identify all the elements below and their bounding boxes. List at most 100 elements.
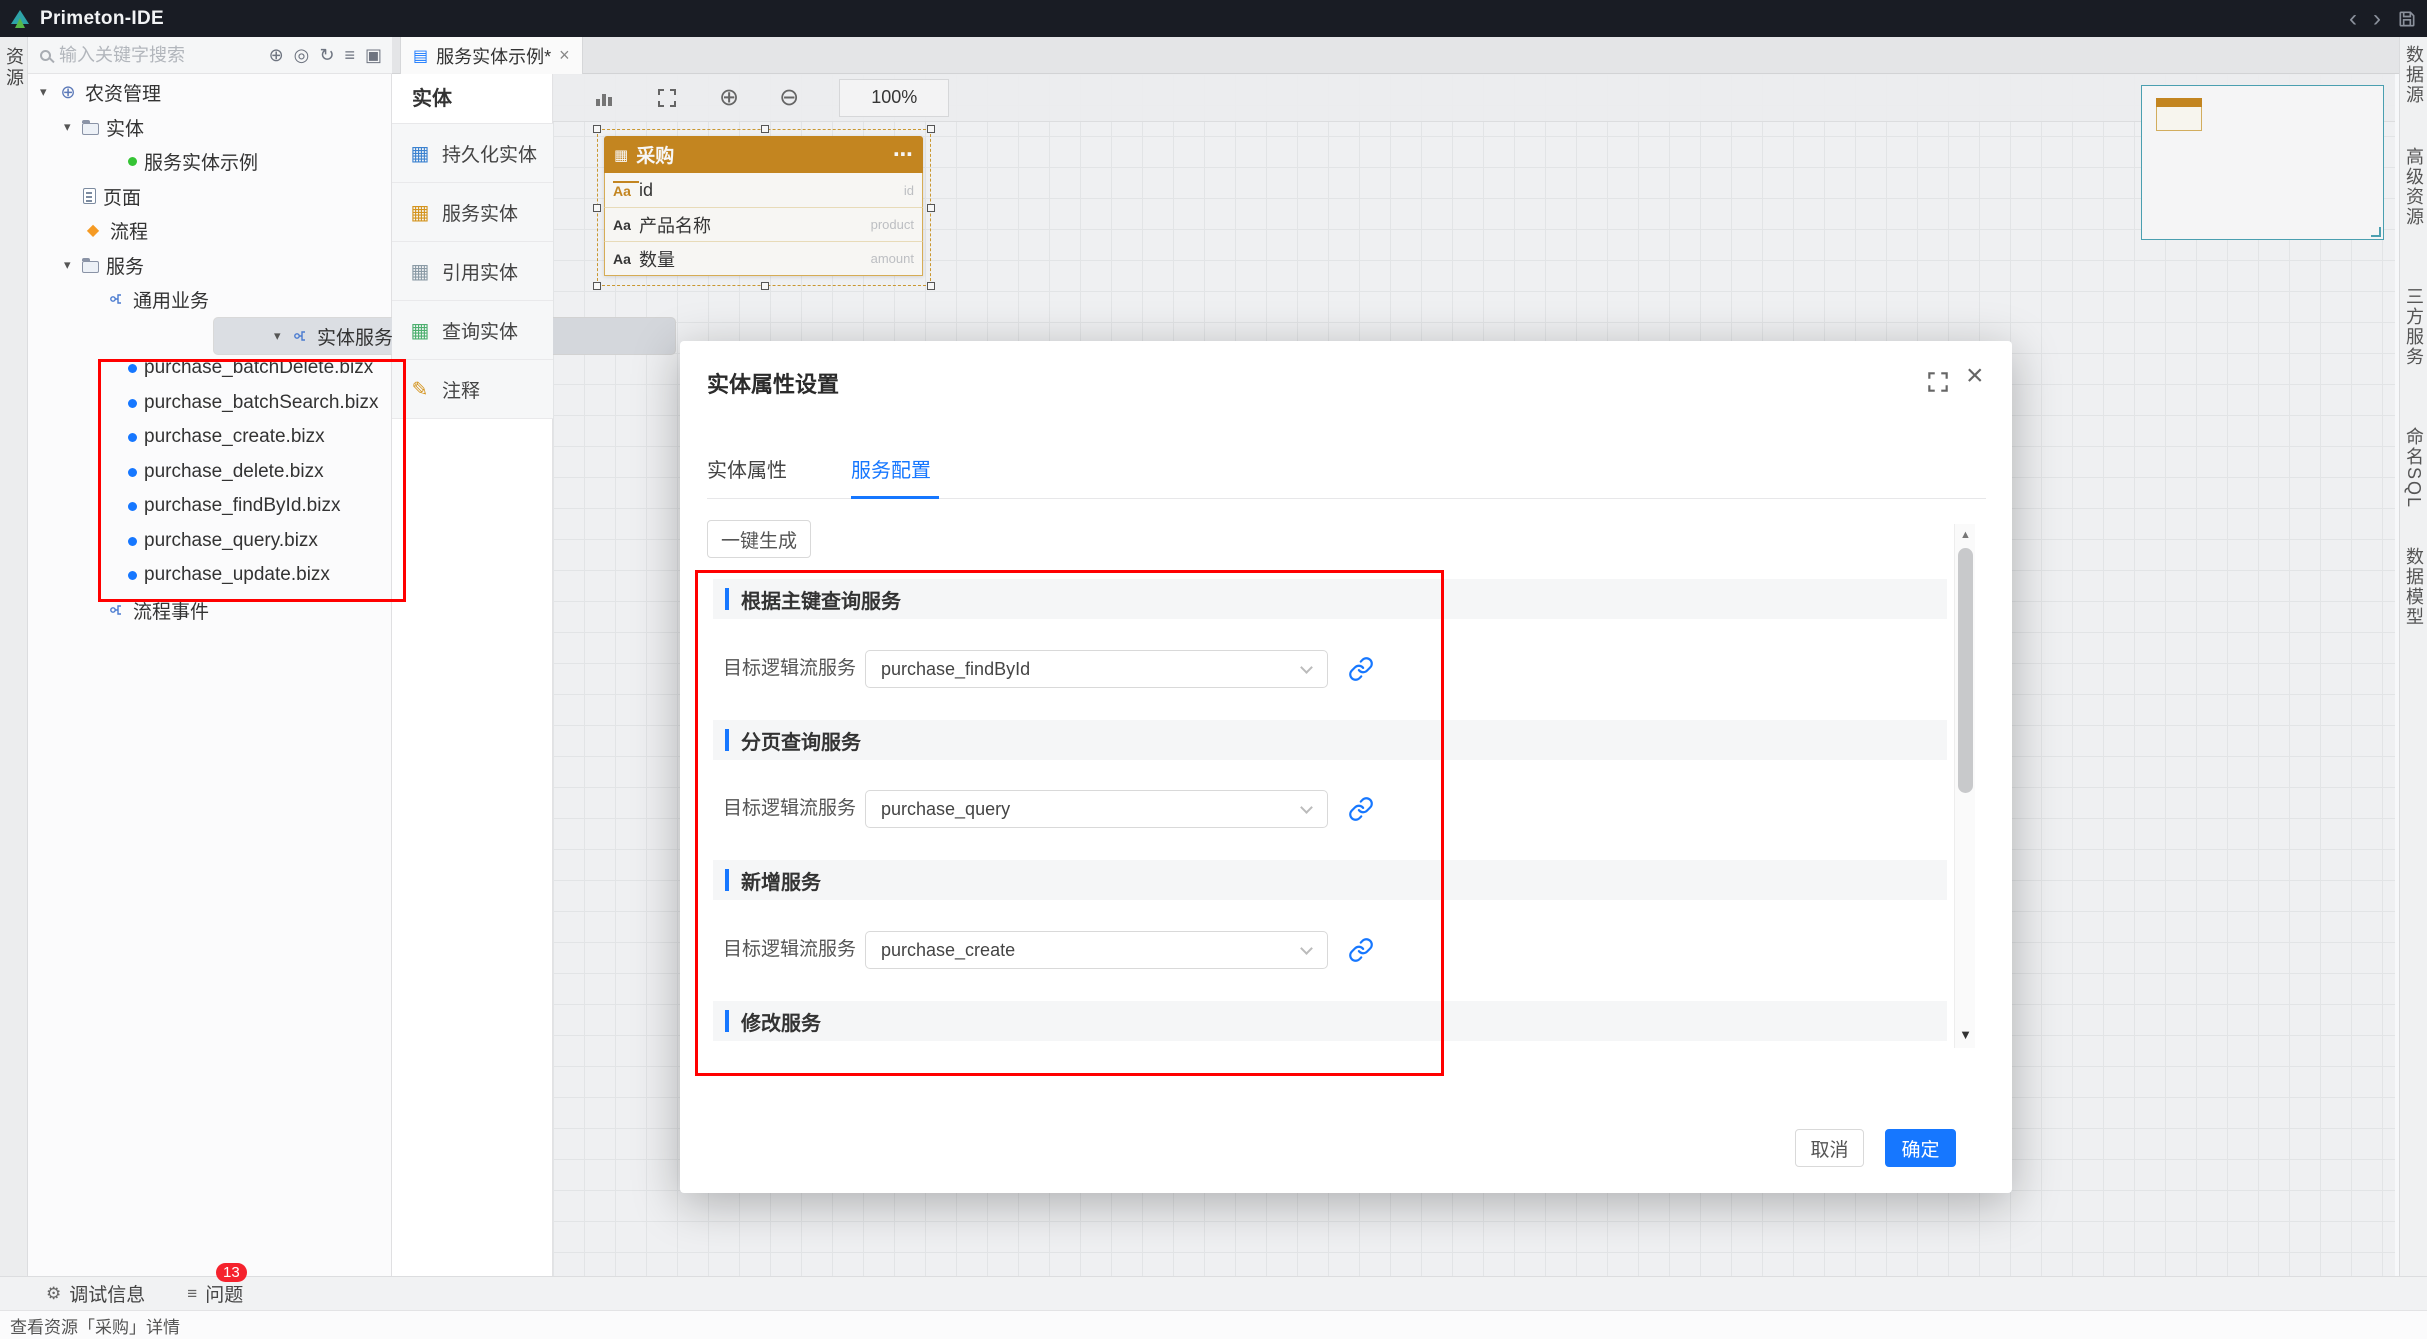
close-icon[interactable]: ×: [1966, 359, 1984, 393]
tree-item-purchase-delete[interactable]: purchase_delete.bizx: [28, 455, 392, 489]
section-title: 根据主键查询服务: [741, 585, 901, 614]
tree-item-purchase-findbyid[interactable]: purchase_findById.bizx: [28, 489, 392, 523]
tab-service-entity-example[interactable]: ▤ 服务实体示例* ×: [400, 37, 583, 74]
search-icon: [40, 50, 51, 61]
scroll-down-icon[interactable]: ▼: [1955, 1022, 1976, 1048]
tree-item-purchase-create[interactable]: purchase_create.bizx: [28, 420, 392, 454]
tree-item-purchase-update[interactable]: purchase_update.bizx: [28, 558, 392, 592]
dialog-title: 实体属性设置: [707, 367, 839, 399]
forward-icon[interactable]: ›: [2373, 0, 2381, 37]
tree-item-page[interactable]: 页面: [28, 179, 392, 213]
page-icon: [83, 188, 96, 204]
tree-item-purchase-batchsearch[interactable]: purchase_batchSearch.bizx: [28, 386, 392, 420]
problems-button[interactable]: ≡ 问题: [187, 1280, 243, 1307]
section-header-update: 修改服务: [713, 1001, 1947, 1041]
search-input[interactable]: [59, 45, 269, 66]
scrollbar-thumb[interactable]: [1958, 548, 1973, 793]
process-diamond-icon: ◆: [83, 220, 103, 240]
section-accent-bar: [725, 869, 729, 891]
locate-icon[interactable]: ⊕: [269, 45, 284, 66]
tree-item-purchase-batchdelete[interactable]: purchase_batchDelete.bizx: [28, 351, 392, 385]
sort-icon[interactable]: ≡: [344, 45, 355, 66]
explorer-search-row: ⊕ ◎ ↻ ≡ ▣: [28, 37, 392, 74]
debug-info-label: 调试信息: [69, 1280, 145, 1307]
modal-scrollbar[interactable]: ▲ ▼: [1954, 524, 1975, 1048]
tree-item-common-business[interactable]: 通用业务: [28, 282, 392, 316]
palette-item-persistent-entity[interactable]: ▦ 持久化实体: [392, 124, 553, 183]
tab-service-config[interactable]: 服务配置: [851, 449, 931, 493]
fullscreen-icon[interactable]: [1925, 369, 1951, 395]
section-header-find-by-key: 根据主键查询服务: [713, 579, 1947, 619]
chevron-down-icon: [1300, 801, 1313, 814]
back-icon[interactable]: ‹: [2349, 0, 2357, 37]
save-icon[interactable]: [2397, 9, 2417, 29]
refresh-icon[interactable]: ↻: [319, 45, 334, 66]
right-rail: 数据源 高级资源 三方服务 命名SQL 数据模型: [2399, 37, 2427, 1276]
select-mode-icon[interactable]: ◎: [294, 45, 310, 66]
target-logic-flow-select[interactable]: purchase_query: [865, 790, 1328, 828]
scroll-up-icon[interactable]: ▲: [1955, 524, 1976, 546]
chevron-down-icon: [1300, 942, 1313, 955]
editor-tab-bar: ▤ 服务实体示例* ×: [392, 37, 2399, 74]
select-value: purchase_findById: [881, 659, 1302, 680]
cancel-button[interactable]: 取消: [1795, 1129, 1864, 1167]
palette-item-reference-entity[interactable]: ▦ 引用实体: [392, 242, 553, 301]
palette-item-label: 查询实体: [442, 317, 518, 344]
resource-tree: ▾ ⊕ 农资管理 ▾ 实体 服务实体示例 页面 ◆ 流程 ▾: [28, 75, 392, 975]
tab-entity-properties[interactable]: 实体属性: [707, 449, 787, 493]
palette-item-query-entity[interactable]: ▦ 查询实体: [392, 301, 553, 360]
rail-tab-named-sql[interactable]: 命名SQL: [2400, 427, 2427, 509]
rail-tab-advanced-resources[interactable]: 高级资源: [2400, 147, 2427, 227]
tree-item-process[interactable]: ◆ 流程: [28, 213, 392, 247]
palette-item-annotation[interactable]: ✎ 注释: [392, 360, 553, 419]
section-accent-bar: [725, 588, 729, 610]
caret-down-icon[interactable]: ▾: [40, 84, 58, 100]
active-tab-underline: [851, 496, 939, 499]
folder-icon: [82, 261, 99, 273]
section-accent-bar: [725, 729, 729, 751]
field-row-find-by-key: 目标逻辑流服务 purchase_findById: [680, 650, 1980, 688]
tree-item-label: 实体: [106, 114, 144, 141]
rail-tab-third-party-services[interactable]: 三方服务: [2400, 287, 2427, 367]
section-accent-bar: [725, 1010, 729, 1032]
field-label: 目标逻辑流服务: [723, 650, 856, 688]
green-dot-icon: [128, 157, 137, 166]
caret-down-icon[interactable]: ▾: [64, 257, 82, 273]
tree-item-label: 服务: [106, 252, 144, 279]
close-icon[interactable]: ×: [559, 45, 570, 66]
tree-item-purchase-query[interactable]: purchase_query.bizx: [28, 524, 392, 558]
flow-icon: [292, 328, 310, 344]
tree-item-service-entity-example[interactable]: 服务实体示例: [28, 144, 392, 178]
confirm-button[interactable]: 确定: [1885, 1129, 1956, 1167]
tree-item-label: purchase_findById.bizx: [144, 495, 340, 517]
caret-down-icon[interactable]: ▾: [274, 328, 292, 344]
palette-item-service-entity[interactable]: ▦ 服务实体: [392, 183, 553, 242]
tree-item-label: 服务实体示例: [144, 148, 258, 175]
left-rail: 资源: [0, 37, 28, 1276]
rail-tab-resources[interactable]: 资源: [0, 47, 27, 89]
status-bar: 查看资源「采购」详情: [0, 1310, 2427, 1339]
tree-item-service[interactable]: ▾ 服务: [28, 248, 392, 282]
debug-bar: ⚙ 调试信息 ≡ 问题: [0, 1276, 2427, 1310]
copy-panel-icon[interactable]: ▣: [365, 45, 382, 66]
tree-item-agro-management[interactable]: ▾ ⊕ 农资管理: [28, 75, 392, 109]
rail-tab-data-source[interactable]: 数据源: [2400, 45, 2427, 105]
target-logic-flow-select[interactable]: purchase_findById: [865, 650, 1328, 688]
link-icon[interactable]: [1348, 796, 1374, 827]
target-logic-flow-select[interactable]: purchase_create: [865, 931, 1328, 969]
blue-dot-icon: [128, 537, 137, 546]
one-click-generate-button[interactable]: 一键生成: [707, 520, 811, 558]
rail-tab-data-model[interactable]: 数据模型: [2400, 547, 2427, 627]
tree-item-label: 通用业务: [133, 286, 209, 313]
section-title: 新增服务: [741, 866, 821, 895]
link-icon[interactable]: [1348, 937, 1374, 968]
link-icon[interactable]: [1348, 656, 1374, 687]
caret-down-icon[interactable]: ▾: [64, 119, 82, 135]
flow-icon: [108, 602, 126, 618]
problems-label: 问题: [205, 1280, 243, 1307]
debug-info-button[interactable]: ⚙ 调试信息: [46, 1280, 145, 1307]
tree-item-entity[interactable]: ▾ 实体: [28, 110, 392, 144]
tree-item-process-event[interactable]: 流程事件: [28, 593, 392, 627]
tree-item-label: 实体服务: [317, 323, 393, 350]
globe-icon: ⊕: [58, 82, 78, 103]
